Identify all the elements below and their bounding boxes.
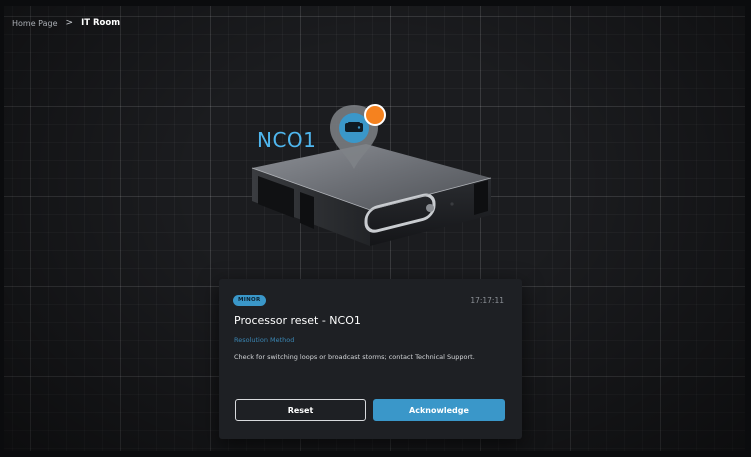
resolution-text: Check for switching loops or broadcast s… <box>234 353 475 361</box>
resolution-label: Resolution Method <box>234 336 295 344</box>
map-pin-icon <box>330 104 386 169</box>
alarm-title: Processor reset - NCO1 <box>234 314 361 327</box>
frame-top <box>0 0 751 6</box>
breadcrumb-separator: > <box>65 18 74 28</box>
frame-left <box>0 0 4 457</box>
breadcrumb: Home Page > IT Room <box>12 18 120 28</box>
server-icon <box>345 122 363 132</box>
frame-bottom <box>0 451 751 457</box>
status-dot <box>364 104 386 126</box>
alarm-card: MINOR 17:17:11 Processor reset - NCO1 Re… <box>219 279 522 439</box>
breadcrumb-home[interactable]: Home Page <box>12 19 58 28</box>
breadcrumb-current: IT Room <box>81 18 121 28</box>
severity-badge: MINOR <box>233 295 266 306</box>
reset-button[interactable]: Reset <box>235 399 366 421</box>
device-pin[interactable] <box>328 101 390 173</box>
alarm-time: 17:17:11 <box>470 296 504 305</box>
acknowledge-button[interactable]: Acknowledge <box>373 399 505 421</box>
floor-plan-canvas[interactable]: Home Page > IT Room NCO1 MINOR 17:17:11 … <box>0 0 751 457</box>
frame-right <box>745 0 751 457</box>
